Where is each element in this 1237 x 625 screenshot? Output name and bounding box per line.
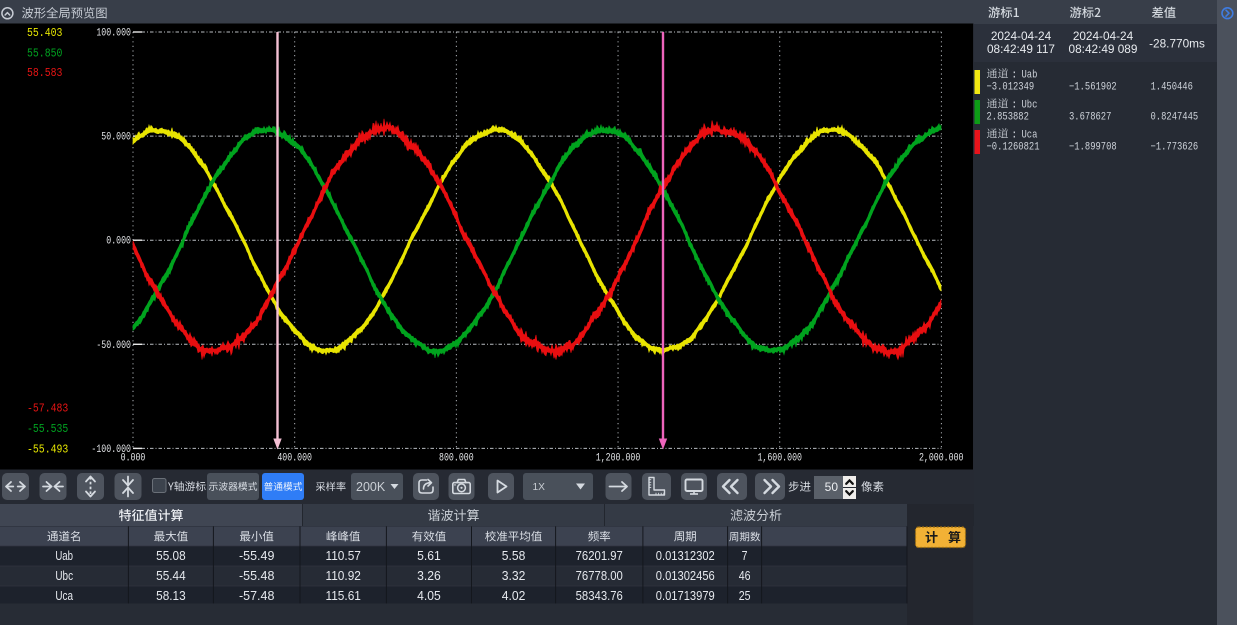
svg-text:−0.1260821: −0.1260821 bbox=[987, 142, 1040, 154]
svg-text:0.000: 0.000 bbox=[121, 453, 146, 465]
svg-text:55.850: 55.850 bbox=[27, 47, 62, 61]
svg-text:−1.561902: −1.561902 bbox=[1069, 82, 1117, 94]
svg-text:-55.535: -55.535 bbox=[27, 422, 68, 436]
svg-text:2.853882: 2.853882 bbox=[987, 112, 1029, 124]
svg-text:25: 25 bbox=[739, 589, 751, 603]
svg-text:110.57: 110.57 bbox=[326, 549, 361, 563]
svg-text:400.000: 400.000 bbox=[277, 453, 312, 465]
svg-text:3.678627: 3.678627 bbox=[1069, 112, 1111, 124]
svg-text:58343.76: 58343.76 bbox=[576, 589, 623, 603]
svg-text:Uab: Uab bbox=[1022, 70, 1038, 82]
svg-text:Uca: Uca bbox=[55, 589, 73, 603]
svg-text:Uca: Uca bbox=[1022, 130, 1038, 142]
svg-text:0.01713979: 0.01713979 bbox=[656, 589, 715, 603]
svg-text:5.61: 5.61 bbox=[417, 549, 441, 563]
svg-text:Ubc: Ubc bbox=[55, 569, 73, 583]
svg-text:58.13: 58.13 bbox=[156, 589, 186, 603]
svg-text:76201.97: 76201.97 bbox=[576, 549, 623, 563]
svg-text:1X: 1X bbox=[533, 482, 546, 493]
svg-text:Uab: Uab bbox=[55, 549, 73, 563]
svg-text:-28.770ms: -28.770ms bbox=[1149, 37, 1205, 51]
svg-text::: : bbox=[1011, 70, 1018, 82]
svg-text:50: 50 bbox=[825, 480, 839, 494]
svg-text:0.01302456: 0.01302456 bbox=[656, 569, 715, 583]
svg-text:3.32: 3.32 bbox=[502, 569, 526, 583]
svg-text:800.000: 800.000 bbox=[439, 453, 474, 465]
svg-text:-55.493: -55.493 bbox=[27, 443, 68, 457]
svg-text:-57.483: -57.483 bbox=[27, 402, 68, 416]
svg-text:−1.899708: −1.899708 bbox=[1069, 142, 1117, 154]
svg-text:100.000: 100.000 bbox=[96, 28, 131, 40]
svg-text:−1.773626: −1.773626 bbox=[1151, 142, 1199, 154]
svg-text:200K: 200K bbox=[356, 480, 386, 494]
svg-text:50.000: 50.000 bbox=[101, 132, 131, 144]
svg-text:58.583: 58.583 bbox=[27, 66, 62, 80]
svg-text:-55.48: -55.48 bbox=[239, 569, 274, 583]
svg-text:110.92: 110.92 bbox=[326, 569, 361, 583]
svg-text::: : bbox=[1011, 130, 1018, 142]
svg-text:5.58: 5.58 bbox=[502, 549, 526, 563]
svg-text:08:42:49 117: 08:42:49 117 bbox=[987, 42, 1055, 56]
svg-text:55.08: 55.08 bbox=[156, 549, 186, 563]
svg-text:55.403: 55.403 bbox=[27, 26, 62, 40]
svg-text:7: 7 bbox=[742, 549, 748, 563]
svg-text:2,000.000: 2,000.000 bbox=[919, 453, 964, 465]
svg-text:4.05: 4.05 bbox=[417, 589, 441, 603]
svg-text:1.450446: 1.450446 bbox=[1151, 82, 1193, 94]
svg-text:46: 46 bbox=[739, 569, 751, 583]
svg-text::: : bbox=[1011, 100, 1018, 112]
svg-text:4.02: 4.02 bbox=[502, 589, 526, 603]
svg-text:0.000: 0.000 bbox=[106, 236, 131, 248]
svg-text:0.8247445: 0.8247445 bbox=[1151, 112, 1199, 124]
svg-text:-50.000: -50.000 bbox=[96, 340, 131, 352]
svg-text:Ubc: Ubc bbox=[1022, 100, 1038, 112]
svg-text:1,200.000: 1,200.000 bbox=[596, 453, 641, 465]
svg-text:1,600.000: 1,600.000 bbox=[757, 453, 802, 465]
svg-text:-57.48: -57.48 bbox=[239, 589, 274, 603]
svg-text:3.26: 3.26 bbox=[417, 569, 441, 583]
svg-text:115.61: 115.61 bbox=[326, 589, 361, 603]
svg-text:76778.00: 76778.00 bbox=[576, 569, 623, 583]
svg-text:-55.49: -55.49 bbox=[239, 549, 274, 563]
svg-text:2024-04-24: 2024-04-24 bbox=[991, 29, 1052, 43]
svg-text:2024-04-24: 2024-04-24 bbox=[1073, 29, 1134, 43]
svg-text:55.44: 55.44 bbox=[156, 569, 186, 583]
svg-text:08:42:49 089: 08:42:49 089 bbox=[1069, 42, 1138, 56]
svg-text:−3.012349: −3.012349 bbox=[987, 82, 1035, 94]
svg-text:0.01312302: 0.01312302 bbox=[656, 549, 715, 563]
